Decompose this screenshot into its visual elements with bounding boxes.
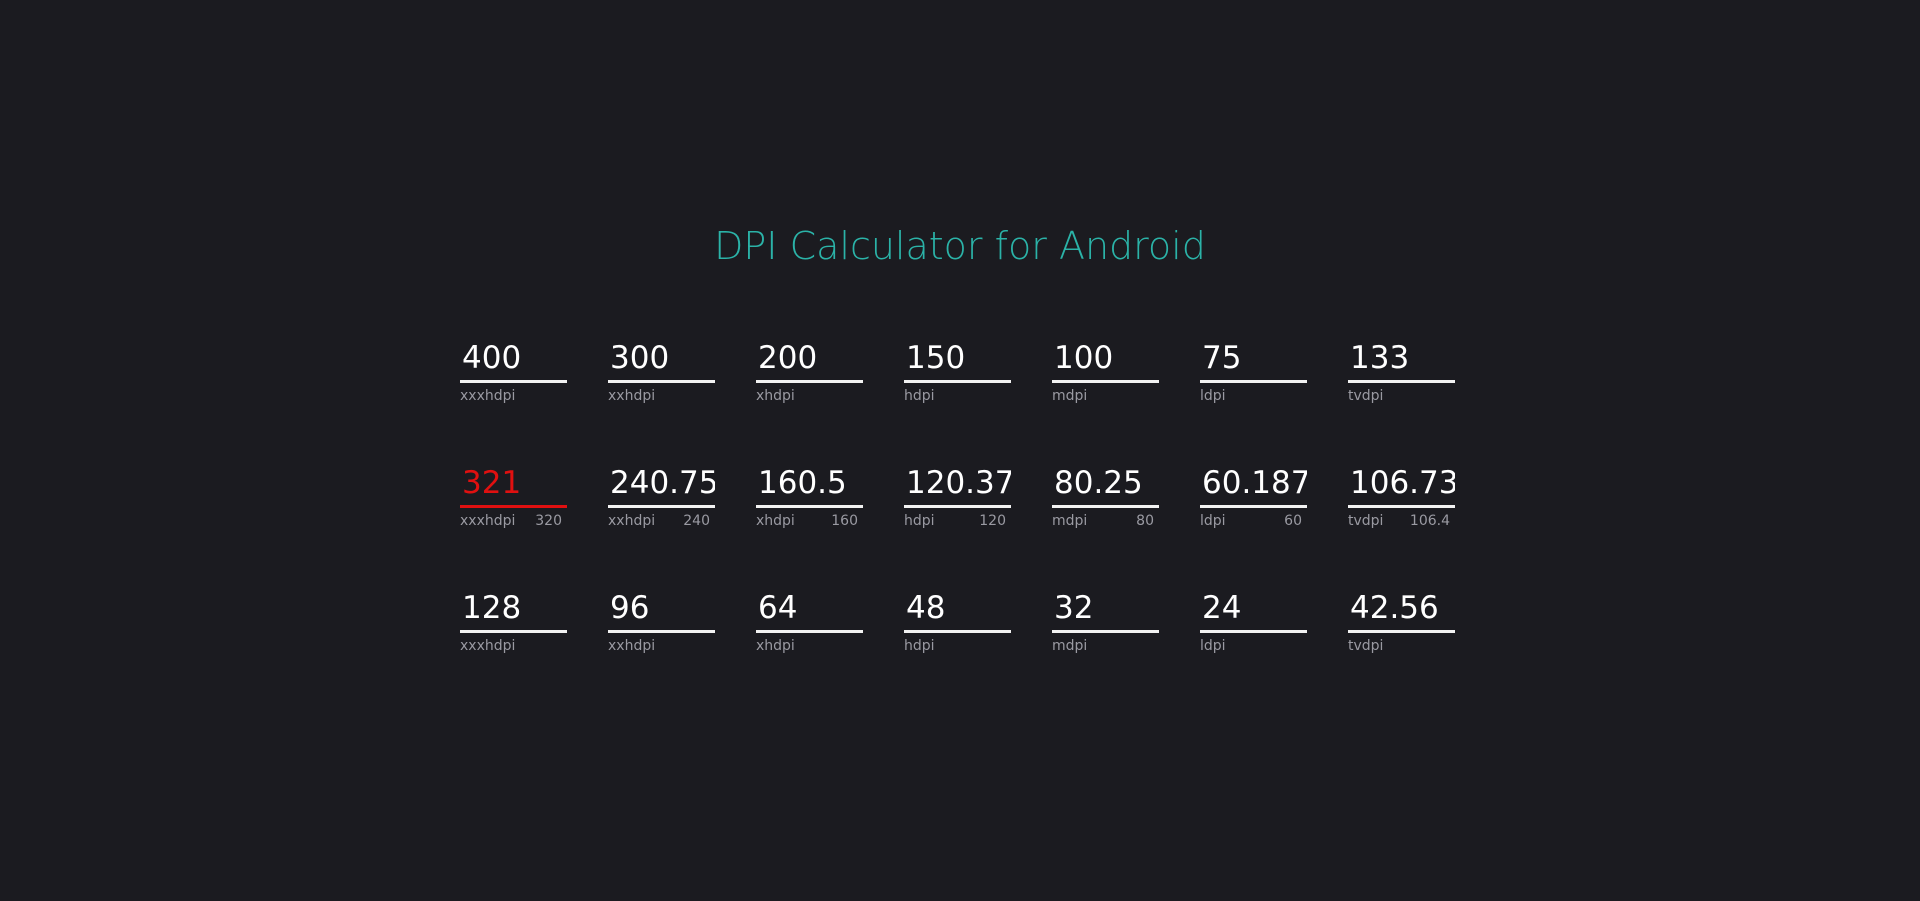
dpi-input[interactable] [1348,460,1455,508]
dpi-label: mdpi [1052,513,1088,529]
dpi-label: xhdpi [756,388,795,404]
dpi-hint: 240 [683,513,710,529]
dpi-input[interactable] [904,460,1011,508]
dpi-label: xxxhdpi [460,638,516,654]
dpi-hint: 320 [535,513,562,529]
dpi-field: tvdpi [1348,335,1455,406]
dpi-input[interactable] [608,335,715,383]
dpi-label: xhdpi [756,513,795,529]
dpi-input[interactable] [608,585,715,633]
dpi-input[interactable] [460,335,567,383]
dpi-input[interactable] [1052,585,1159,633]
dpi-hint: 80 [1136,513,1154,529]
dpi-label: tvdpi [1348,388,1384,404]
dpi-field: mdpi 80 [1052,460,1159,531]
dpi-input[interactable] [1348,335,1455,383]
dpi-input[interactable] [608,460,715,508]
dpi-hint: 120 [979,513,1006,529]
dpi-field: hdpi [904,335,1011,406]
dpi-input[interactable] [756,585,863,633]
dpi-field: tvdpi [1348,585,1455,656]
dpi-label: hdpi [904,388,935,404]
dpi-field: mdpi [1052,585,1159,656]
dpi-label: ldpi [1200,513,1226,529]
dpi-field: ldpi [1200,335,1307,406]
dpi-label: hdpi [904,513,935,529]
dpi-field: ldpi [1200,585,1307,656]
dpi-input[interactable] [1200,460,1307,508]
dpi-field: xxxhdpi 320 [460,460,567,531]
dpi-input[interactable] [756,335,863,383]
dpi-field: xhdpi [756,335,863,406]
dpi-row-2: xxxhdpi 320 xxhdpi 240 xhdpi 160 hdpi 12… [460,460,1480,585]
dpi-field: xxhdpi [608,335,715,406]
dpi-row-3: xxxhdpi xxhdpi xhdpi hdpi mdpi ldpi tvdp… [460,585,1480,710]
dpi-label: tvdpi [1348,638,1384,654]
dpi-label: xxhdpi [608,388,656,404]
dpi-hint: 160 [831,513,858,529]
dpi-input[interactable] [460,460,567,508]
dpi-input[interactable] [1052,460,1159,508]
dpi-field: hdpi [904,585,1011,656]
page-title: DPI Calculator for Android [714,224,1206,268]
dpi-field: mdpi [1052,335,1159,406]
dpi-field: xxhdpi [608,585,715,656]
dpi-label: ldpi [1200,638,1226,654]
dpi-label: hdpi [904,638,935,654]
dpi-input[interactable] [756,460,863,508]
dpi-label: xhdpi [756,638,795,654]
dpi-field: xhdpi [756,585,863,656]
dpi-input[interactable] [1052,335,1159,383]
dpi-grid: xxxhdpi xxhdpi xhdpi hdpi mdpi ldpi tvdp… [460,335,1480,710]
dpi-input[interactable] [1348,585,1455,633]
dpi-field: hdpi 120 [904,460,1011,531]
dpi-field: xxxhdpi [460,585,567,656]
dpi-label: ldpi [1200,388,1226,404]
dpi-input[interactable] [904,335,1011,383]
dpi-field: xhdpi 160 [756,460,863,531]
dpi-hint: 106.4 [1409,513,1450,529]
dpi-label: mdpi [1052,638,1088,654]
dpi-label: xxhdpi [608,513,656,529]
dpi-input[interactable] [1200,585,1307,633]
dpi-label: xxhdpi [608,638,656,654]
dpi-field: ldpi 60 [1200,460,1307,531]
dpi-label: mdpi [1052,388,1088,404]
dpi-input[interactable] [1200,335,1307,383]
dpi-label: xxxhdpi [460,388,516,404]
dpi-label: xxxhdpi [460,513,516,529]
dpi-field: xxxhdpi [460,335,567,406]
dpi-field: xxhdpi 240 [608,460,715,531]
dpi-input[interactable] [904,585,1011,633]
dpi-label: tvdpi [1348,513,1384,529]
dpi-hint: 60 [1284,513,1302,529]
dpi-row-1: xxxhdpi xxhdpi xhdpi hdpi mdpi ldpi tvdp… [460,335,1480,460]
dpi-field: tvdpi 106.4 [1348,460,1455,531]
dpi-input[interactable] [460,585,567,633]
